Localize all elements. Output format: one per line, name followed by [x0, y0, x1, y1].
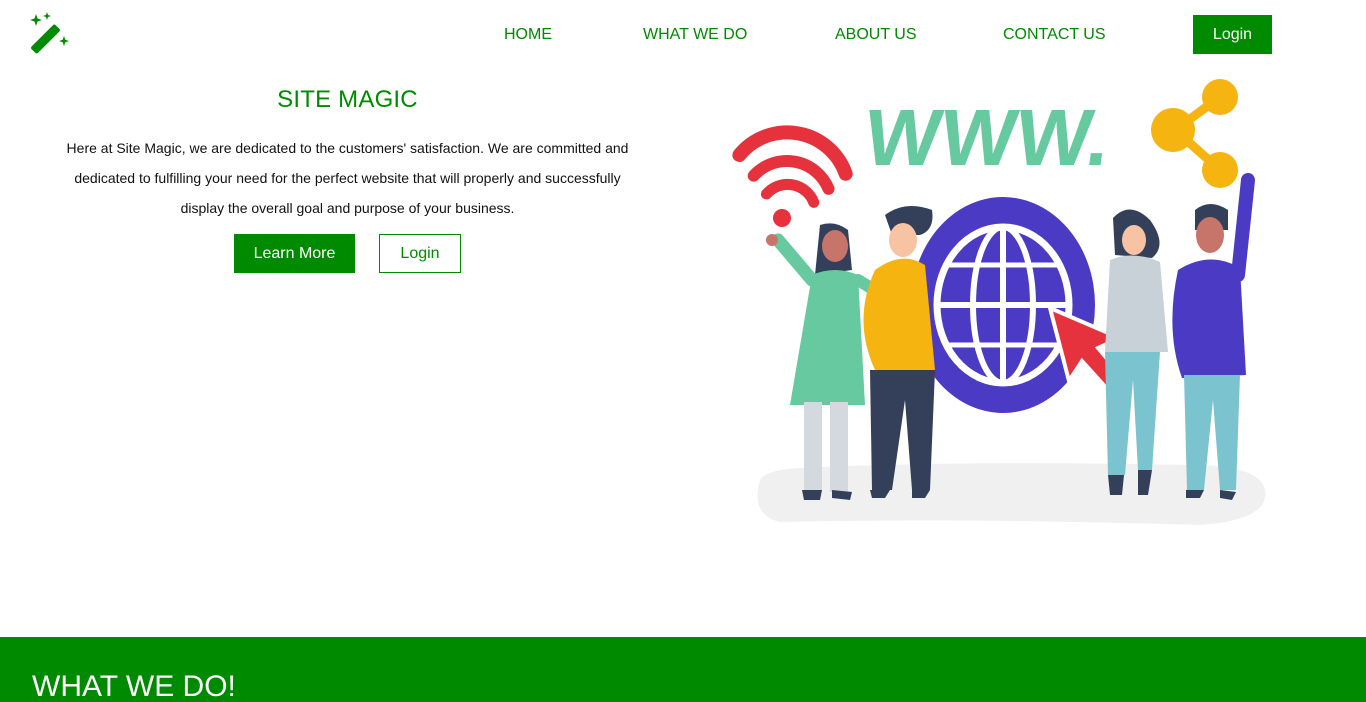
hero-description: Here at Site Magic, we are dedicated to … [66, 140, 629, 216]
person-figure [1172, 173, 1255, 500]
learn-more-button[interactable]: Learn More [234, 234, 355, 273]
hero-section: SITE MAGIC Here at Site Magic, we are de… [60, 84, 635, 223]
person-figure [1105, 209, 1168, 495]
hero-title: SITE MAGIC [277, 86, 418, 113]
nav-what-we-do-link[interactable]: WHAT WE DO [643, 25, 747, 45]
hero-login-button[interactable]: Login [379, 234, 461, 273]
hero-illustration: WWW. [732, 79, 1266, 525]
www-text: WWW. [859, 93, 1116, 183]
wifi-icon [732, 125, 853, 208]
section-title: WHAT WE DO! [32, 670, 236, 702]
nav-about-us-link[interactable]: ABOUT US [835, 25, 917, 45]
nav-contact-us-link[interactable]: CONTACT US [1003, 25, 1106, 45]
share-icon [1151, 79, 1238, 188]
magic-wand-icon[interactable] [28, 12, 72, 54]
header-login-button[interactable]: Login [1193, 15, 1272, 54]
nav-home-link[interactable]: HOME [504, 25, 552, 45]
